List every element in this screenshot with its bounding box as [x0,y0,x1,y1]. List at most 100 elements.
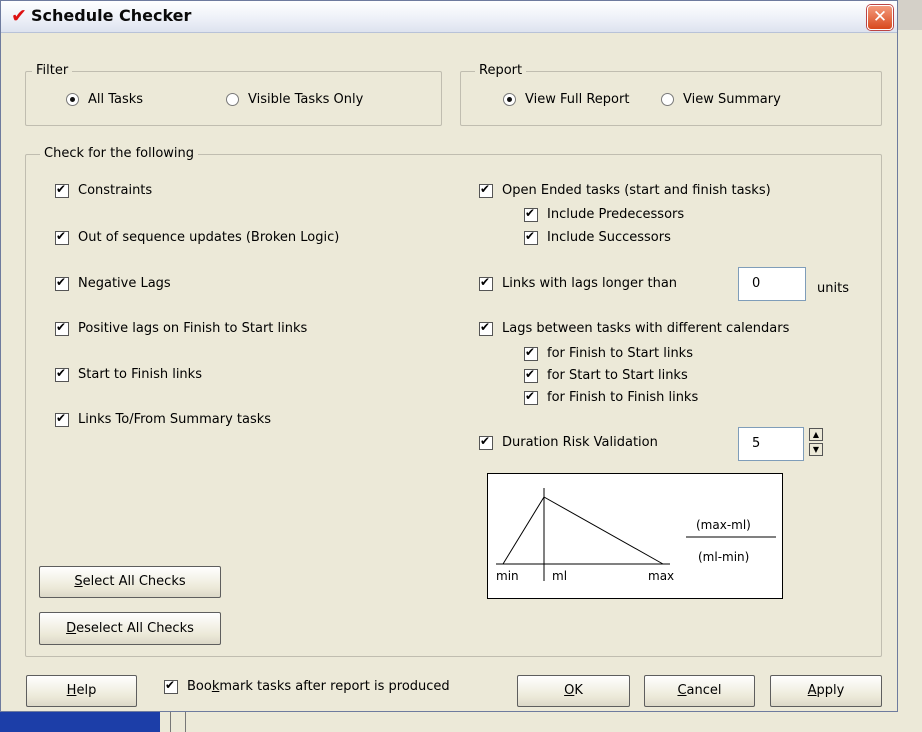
close-icon: ✕ [872,7,888,27]
deselect-all-label: eselect All Checks [76,621,194,636]
duration-risk-spinner: ▲ ▼ [809,428,823,458]
select-all-accesskey: S [74,574,83,589]
check-positive-lags[interactable]: Positive lags on Finish to Start links [55,320,308,336]
radio-label: View Summary [683,92,781,107]
check-label: Links To/From Summary tasks [78,412,272,427]
checkbox [524,367,538,383]
check-duration-risk[interactable]: Duration Risk Validation [479,434,658,450]
formula-numerator: (max-ml) [696,518,751,532]
check-label: Negative Lags [78,276,171,291]
help-button[interactable]: Help [26,675,137,707]
filter-group: Filter All Tasks Visible Tasks Only [25,63,442,126]
units-label: units [817,281,849,296]
formula-denominator: (ml-min) [698,550,750,564]
checkbox [479,434,493,450]
radio-label: Visible Tasks Only [248,92,364,107]
check-label: for Finish to Start links [547,346,693,361]
cancel-accesskey: C [677,683,687,698]
ok-accesskey: O [564,683,575,698]
schedule-checker-dialog: ✔ Schedule Checker ✕ Filter All Tasks Vi… [0,0,898,712]
checkbox [524,345,538,361]
check-negative-lags[interactable]: Negative Lags [55,275,171,291]
report-group: Report View Full Report View Summary [460,63,882,126]
diagram-label-max: max [648,569,675,583]
apply-accesskey: A [807,683,817,698]
spin-up-icon[interactable]: ▲ [809,428,823,441]
help-label: elp [76,683,97,698]
radio-dot [66,93,79,106]
check-cal-finish-to-start[interactable]: for Finish to Start links [524,345,693,361]
spin-down-icon[interactable]: ▼ [809,443,823,456]
select-all-label: elect All Checks [82,574,186,589]
checkbox [524,206,538,222]
checkbox [479,182,493,198]
check-label: Links with lags longer than [502,276,678,291]
deselect-all-accesskey: D [66,621,77,636]
close-button[interactable]: ✕ [867,5,893,30]
triangle-diagram [496,488,776,581]
radio-dot [503,93,516,106]
checkbox [55,275,69,291]
check-label: Positive lags on Finish to Start links [78,321,308,336]
radio-view-full-report[interactable]: View Full Report [503,92,629,107]
bookmark-label: Bookmark tasks after report is produced [187,679,450,694]
checkbox [55,411,69,427]
check-label: for Start to Start links [547,368,688,383]
apply-label: pply [816,683,845,698]
check-summary-links[interactable]: Links To/From Summary tasks [55,411,272,427]
check-label: Out of sequence updates (Broken Logic) [78,230,340,245]
check-cal-finish-to-finish[interactable]: for Finish to Finish links [524,389,699,405]
select-all-checks-button[interactable]: Select All Checks [39,566,221,598]
radio-visible-tasks-only[interactable]: Visible Tasks Only [226,92,363,107]
radio-dot [661,93,674,106]
report-legend: Report [475,63,527,78]
checkmark-icon: ✔ [11,5,27,27]
check-out-of-sequence[interactable]: Out of sequence updates (Broken Logic) [55,229,340,245]
check-label: for Finish to Finish links [547,390,699,405]
pert-diagram: min ml max (max-ml) (ml-min) [487,473,783,599]
checkbox [55,182,69,198]
radio-dot [226,93,239,106]
checkbox [524,229,538,245]
ok-label: K [574,683,583,698]
window-title: Schedule Checker [31,6,192,25]
check-constraints[interactable]: Constraints [55,182,153,198]
check-links-lags[interactable]: Links with lags longer than [479,275,678,291]
check-start-to-finish[interactable]: Start to Finish links [55,366,202,382]
check-cal-start-to-start[interactable]: for Start to Start links [524,367,688,383]
checkbox [479,275,493,291]
checkbox [479,320,493,336]
check-label: Include Predecessors [547,207,685,222]
checks-legend: Check for the following [40,146,199,161]
check-include-predecessors[interactable]: Include Predecessors [524,206,685,222]
check-label: Lags between tasks with different calend… [502,321,790,336]
duration-risk-input[interactable]: 5 [738,427,804,461]
deselect-all-checks-button[interactable]: Deselect All Checks [39,612,221,645]
check-label: Constraints [78,183,153,198]
check-bookmark-tasks[interactable]: Bookmark tasks after report is produced [164,678,450,694]
radio-label: All Tasks [88,92,144,107]
lag-units-input[interactable]: 0 [738,267,806,301]
cancel-label: ancel [686,683,722,698]
help-accesskey: H [66,683,77,698]
cancel-button[interactable]: Cancel [644,675,755,707]
check-label: Duration Risk Validation [502,435,658,450]
radio-view-summary[interactable]: View Summary [661,92,781,107]
checkbox [164,678,178,694]
title-bar: ✔ Schedule Checker ✕ [1,1,897,33]
check-label: Include Successors [547,230,671,245]
checkbox [55,366,69,382]
apply-button[interactable]: Apply [770,675,882,707]
ok-button[interactable]: OK [517,675,630,707]
taskbar [0,712,160,732]
check-label: Open Ended tasks (start and finish tasks… [502,183,771,198]
check-open-ended[interactable]: Open Ended tasks (start and finish tasks… [479,182,771,198]
check-label: Start to Finish links [78,367,202,382]
radio-all-tasks[interactable]: All Tasks [66,92,143,107]
checkbox [55,320,69,336]
checkbox [55,229,69,245]
check-include-successors[interactable]: Include Successors [524,229,671,245]
diagram-label-ml: ml [552,569,568,583]
background-app-bottom [0,712,922,732]
check-different-calendars[interactable]: Lags between tasks with different calend… [479,320,790,336]
